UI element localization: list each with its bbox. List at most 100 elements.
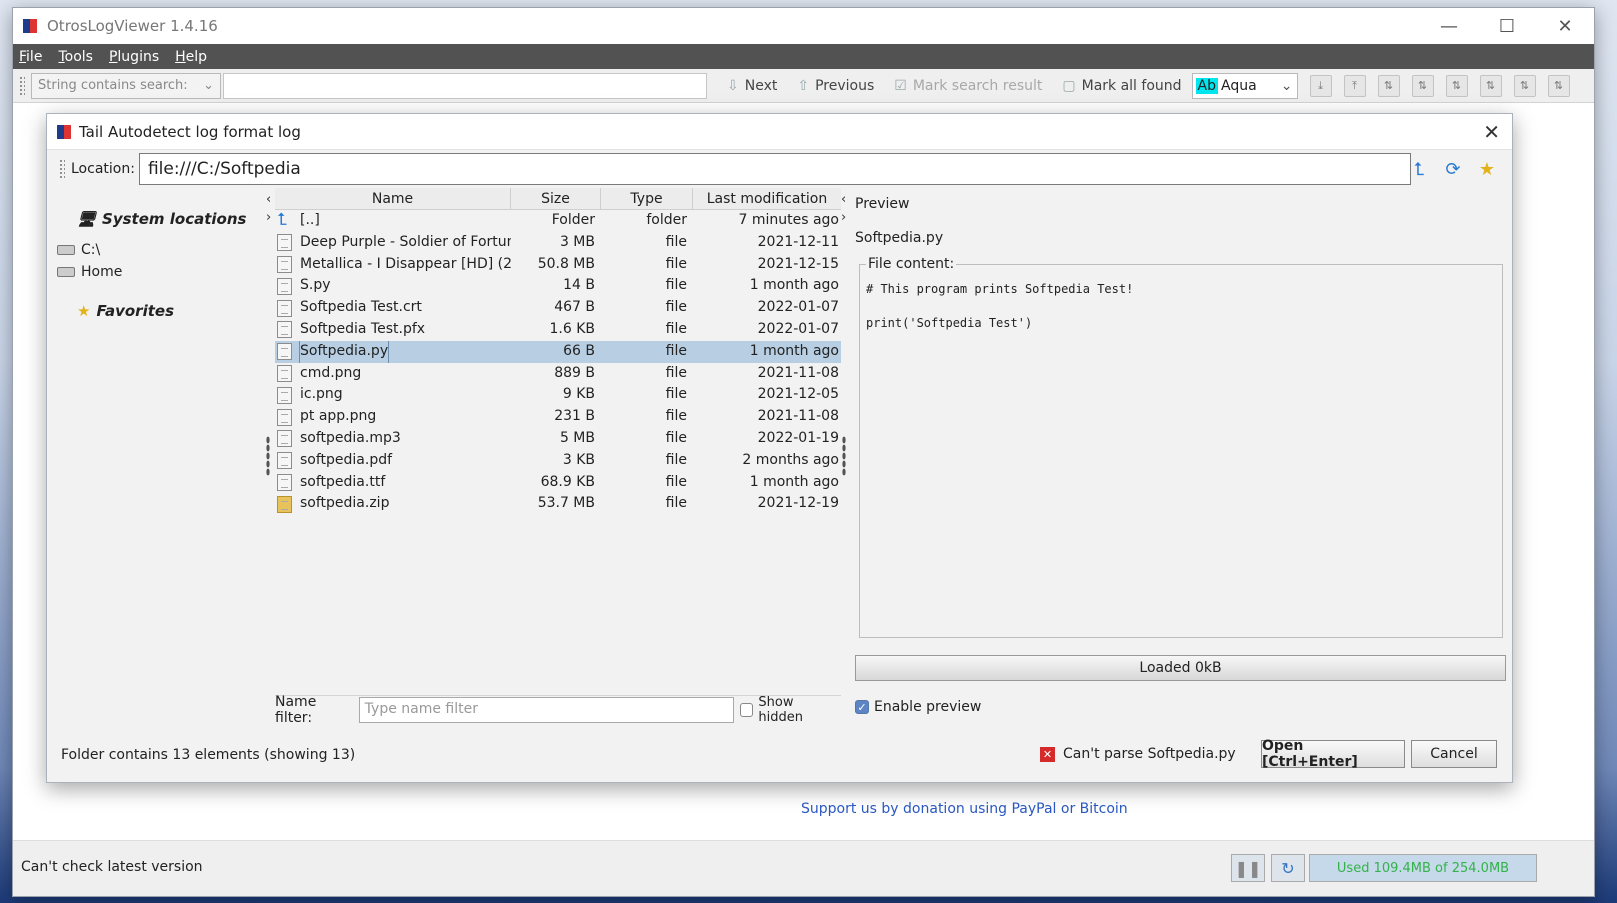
table-row[interactable]: softpedia.pdf 3 KB file 2 months ago	[275, 450, 841, 472]
cell-name: softpedia.ttf	[275, 472, 511, 494]
show-hidden-checkbox[interactable]: Show hidden	[739, 695, 841, 725]
status-message: Can't check latest version	[21, 859, 203, 875]
filter-level-icon[interactable]: ⇅	[1377, 74, 1400, 97]
cell-name: Softpedia.py	[275, 340, 511, 363]
pause-icon[interactable]: ❚❚	[1231, 854, 1265, 882]
name-filter-input[interactable]: Type name filter	[358, 696, 734, 723]
enable-preview-label: Enable preview	[874, 699, 982, 715]
column-modified[interactable]: Last modification	[693, 188, 841, 209]
file-table: Name Size Type Last modification ⮤ [..] Fo…	[275, 188, 841, 515]
color-swatch: Ab	[1195, 77, 1218, 94]
table-row[interactable]: Softpedia.py 66 Bfile 1 month ago	[275, 340, 841, 363]
table-row[interactable]: Deep Purple - Soldier of Fortun... 3 MB fi…	[275, 232, 841, 254]
table-row[interactable]: pt app.png 231 B file 2021-11-08	[275, 406, 841, 428]
enable-preview-checkbox[interactable]: ✓ Enable preview	[855, 699, 981, 715]
next-button[interactable]: ⇩ Next	[727, 78, 777, 94]
table-row[interactable]: Softpedia Test.pfx 1.6 KB file 2022-01-07	[275, 319, 841, 341]
table-row[interactable]: Metallica - I Disappear [HD] (2... 50.8 M…	[275, 254, 841, 276]
go-up-icon[interactable]: ⮤	[1406, 156, 1432, 182]
search-input[interactable]	[223, 72, 707, 99]
cell-size: 50.8 MB	[537, 255, 595, 272]
cell-modified: 7 minutes ago	[738, 212, 839, 228]
system-locations-header: 🖥 System locations	[77, 210, 265, 228]
previous-button[interactable]: ⇧ Previous	[797, 78, 874, 94]
location-input[interactable]: file:///C:/Softpedia	[138, 153, 1411, 185]
filter-level-icon[interactable]: ⇅	[1479, 74, 1502, 97]
splitter-handle[interactable]	[842, 436, 846, 476]
dialog-close-icon[interactable]: ✕	[1483, 120, 1500, 144]
menu-plugins[interactable]: Plugins	[109, 49, 159, 65]
mark-color-select[interactable]: Ab Aqua ⌄	[1191, 72, 1298, 99]
filter-level-icon[interactable]: ⇅	[1445, 74, 1468, 97]
arrow-down-icon: ⇩	[727, 77, 739, 94]
chevron-left-icon[interactable]: ‹	[841, 192, 846, 207]
cell-size: 1.6 KB	[549, 320, 596, 337]
column-type[interactable]: Type	[601, 188, 693, 209]
file-content-text: # This program prints Softpedia Test! pr…	[866, 282, 1134, 330]
refresh-icon[interactable]: ↻	[1271, 854, 1305, 882]
cell-modified: 2021-12-05	[757, 386, 839, 403]
maximize-button[interactable]: ☐	[1478, 8, 1536, 44]
file-name: cmd.png	[300, 364, 362, 381]
chevron-right-icon[interactable]: ›	[266, 210, 271, 225]
cell-type: file	[665, 299, 687, 316]
file-name: softpedia.mp3	[300, 429, 401, 446]
open-button[interactable]: Open [Ctrl+Enter]	[1261, 738, 1405, 770]
menu-file[interactable]: File	[19, 49, 42, 65]
cell-modified: 1 month ago	[749, 473, 839, 490]
favorites-label: Favorites	[96, 302, 174, 320]
cell-type: file	[665, 473, 687, 490]
location-grip[interactable]	[59, 159, 65, 179]
filter-level-icon[interactable]: ⇅	[1411, 74, 1434, 97]
star-icon[interactable]: ★	[1474, 156, 1500, 182]
toolbar-grip[interactable]	[19, 75, 25, 96]
mark-all-found-button[interactable]: ▢ Mark all found	[1062, 78, 1181, 94]
cell-modified: 2021-12-15	[757, 255, 839, 272]
table-row[interactable]: Softpedia Test.crt 467 B file 2022-01-07	[275, 297, 841, 319]
splitter-handle[interactable]	[266, 436, 270, 476]
filter-level-icon[interactable]: ⇅	[1513, 74, 1536, 97]
file-name: softpedia.pdf	[300, 451, 393, 468]
refresh-icon[interactable]: ⟳	[1440, 156, 1466, 182]
close-button[interactable]: ✕	[1536, 8, 1594, 44]
donate-link[interactable]: Support us by donation using PayPal or B…	[801, 801, 1128, 817]
menu-tools[interactable]: Tools	[58, 49, 93, 65]
table-row[interactable]: softpedia.ttf 68.9 KB file 1 month ago	[275, 472, 841, 494]
drive-label: Home	[81, 264, 123, 280]
chevron-right-icon[interactable]: ›	[841, 210, 846, 225]
cancel-button[interactable]: Cancel	[1411, 740, 1497, 768]
column-name[interactable]: Name	[275, 188, 511, 209]
cell-size: 889 B	[554, 364, 595, 381]
file-name: Softpedia Test.crt	[300, 299, 422, 316]
table-row[interactable]: ic.png 9 KB file 2021-12-05	[275, 384, 841, 406]
search-type-select[interactable]: String contains search: ⌄	[31, 72, 221, 99]
table-body: ⮤ [..] Folder folder 7 minutes ago Deep Purpl…	[275, 210, 841, 515]
menu-help[interactable]: Help	[175, 49, 207, 65]
column-size[interactable]: Size	[511, 188, 601, 209]
checkmark-icon: ✓	[855, 700, 869, 714]
drive-c[interactable]: C:\	[57, 242, 265, 258]
drive-label: C:\	[81, 242, 101, 258]
table-row[interactable]: cmd.png 889 B file 2021-11-08	[275, 363, 841, 385]
file-content-box[interactable]: File content: # This program prints Soft…	[859, 256, 1503, 638]
cell-modified: 2021-11-08	[757, 408, 839, 425]
mark-search-result-button[interactable]: ☑ Mark search result	[894, 78, 1042, 94]
filter-level-icon[interactable]: ⇅	[1547, 74, 1570, 97]
scroll-up-icon[interactable]: ⤒	[1343, 74, 1366, 97]
cell-modified: 2021-12-19	[757, 495, 839, 512]
app-logo-icon	[23, 19, 37, 33]
file-icon	[277, 234, 292, 252]
places-panel: 🖥 System locations C:\ Home ★ Favorites	[55, 210, 265, 334]
drive-home[interactable]: Home	[57, 264, 265, 280]
cell-type: file	[665, 364, 687, 381]
table-row[interactable]: S.py 14 B file 1 month ago	[275, 275, 841, 297]
chevron-left-icon[interactable]: ‹	[266, 192, 271, 207]
minimize-button[interactable]: —	[1420, 8, 1478, 44]
scroll-down-icon[interactable]: ⤓	[1309, 74, 1332, 97]
table-row[interactable]: ⮤ [..] Folder folder 7 minutes ago	[275, 210, 841, 232]
cell-modified: 2 months ago	[742, 451, 839, 468]
table-row[interactable]: softpedia.mp3 5 MB file 2022-01-19	[275, 428, 841, 450]
table-row[interactable]: softpedia.zip 53.7 MB file 2021-12-19	[275, 493, 841, 515]
title-bar: OtrosLogViewer 1.4.16 — ☐ ✕	[13, 8, 1594, 44]
memory-usage-bar[interactable]: Used 109.4MB of 254.0MB	[1309, 854, 1537, 882]
